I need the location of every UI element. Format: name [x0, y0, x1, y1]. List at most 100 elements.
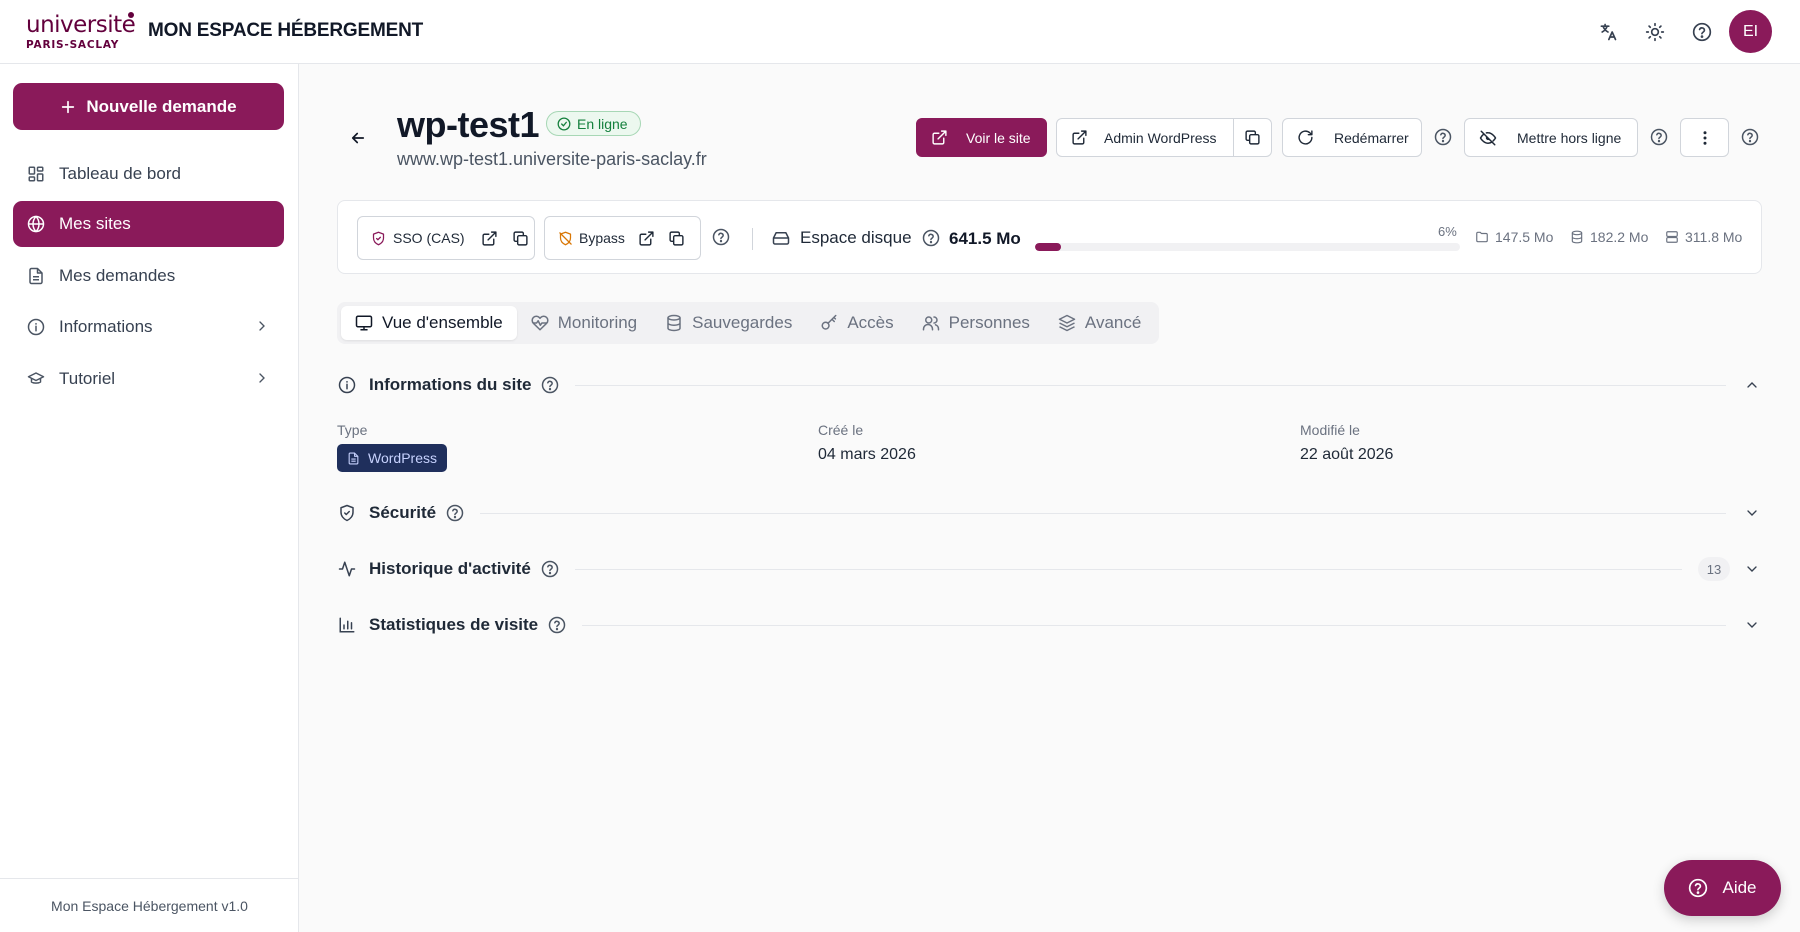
graduation-icon: [27, 370, 45, 388]
section-visit-stats[interactable]: Statistiques de visite: [337, 610, 1762, 640]
restart-help-icon[interactable]: [1433, 127, 1453, 147]
app-version: Mon Espace Hébergement v1.0: [0, 878, 299, 932]
section-security[interactable]: Sécurité: [337, 498, 1762, 528]
disk-usage-percent: 6%: [1438, 224, 1457, 239]
restart-label: Redémarrer: [1334, 129, 1409, 146]
copy-icon[interactable]: [512, 230, 529, 247]
more-help-icon[interactable]: [1740, 127, 1760, 147]
chevron-down-icon[interactable]: [1742, 505, 1762, 521]
divider: [575, 384, 1726, 386]
admin-wordpress-button[interactable]: Admin WordPress: [1056, 118, 1234, 157]
chevron-down-icon[interactable]: [1742, 561, 1762, 577]
sidebar-item-dashboard[interactable]: Tableau de bord: [13, 151, 284, 197]
sidebar-item-informations[interactable]: Informations: [13, 304, 284, 350]
back-button[interactable]: [344, 124, 372, 152]
sidebar-item-label: Tutoriel: [59, 369, 116, 388]
tab-overview[interactable]: Vue d'ensemble: [341, 306, 517, 340]
info-icon: [27, 318, 45, 336]
tab-backups[interactable]: Sauvegardes: [651, 306, 806, 340]
chevron-down-icon[interactable]: [1742, 617, 1762, 633]
sso-label: SSO (CAS): [393, 230, 465, 246]
copy-icon[interactable]: [668, 230, 685, 247]
new-request-label: Nouvelle demande: [86, 96, 237, 116]
layers-icon: [1058, 314, 1076, 332]
chevron-up-icon[interactable]: [1742, 377, 1762, 393]
more-vertical-icon: [1696, 129, 1714, 147]
section-activity-history[interactable]: Historique d'activité 13: [337, 554, 1762, 584]
user-avatar[interactable]: EI: [1729, 10, 1772, 53]
view-site-button[interactable]: Voir le site: [916, 118, 1047, 157]
disk-usage-value: 641.5 Mo: [949, 229, 1021, 248]
sidebar-item-tutorial[interactable]: Tutoriel: [13, 356, 284, 402]
site-tabs: Vue d'ensemble Monitoring Sauvegardes Ac…: [337, 302, 1160, 344]
access-help-icon[interactable]: [711, 227, 731, 247]
help-fab-button[interactable]: Aide: [1664, 860, 1781, 916]
sidebar-item-requests[interactable]: Mes demandes: [13, 253, 284, 299]
divider: [752, 228, 753, 250]
help-icon[interactable]: [541, 560, 559, 578]
site-url: www.wp-test1.universite-paris-saclay.fr: [397, 149, 707, 169]
disk-space: Espace disque: [772, 228, 940, 248]
bypass-pill: Bypass: [544, 216, 701, 260]
chevron-right-icon: [254, 318, 270, 334]
help-icon[interactable]: [541, 376, 559, 394]
university-logo[interactable]: universite PARIS-SACLAY: [26, 12, 136, 52]
disk-help-icon[interactable]: [922, 229, 940, 247]
tab-people[interactable]: Personnes: [908, 306, 1044, 340]
bypass-label: Bypass: [579, 230, 625, 246]
tab-access[interactable]: Accès: [806, 306, 907, 340]
info-icon: [337, 375, 357, 395]
divider: [574, 568, 1682, 570]
tab-label: Vue d'ensemble: [382, 313, 503, 332]
external-link-icon[interactable]: [481, 230, 498, 247]
files-size-value: 147.5 Mo: [1495, 229, 1554, 245]
restart-button[interactable]: Redémarrer: [1282, 118, 1422, 157]
help-icon: [1688, 878, 1708, 898]
help-icon[interactable]: [446, 504, 464, 522]
modified-value: 22 août 2026: [1300, 446, 1394, 463]
external-link-icon[interactable]: [638, 230, 655, 247]
tab-label: Sauvegardes: [692, 313, 793, 332]
database-icon: [1570, 230, 1584, 244]
sidebar-item-label: Informations: [59, 317, 153, 336]
divider: [582, 624, 1726, 626]
take-offline-button[interactable]: Mettre hors ligne: [1464, 118, 1638, 157]
chevron-right-icon: [254, 370, 270, 386]
sso-pill: SSO (CAS): [357, 216, 535, 260]
site-info-bar: SSO (CAS) Bypass Espace disque 641.5 Mo …: [337, 200, 1762, 274]
status-label: En ligne: [577, 115, 628, 132]
copy-admin-link-button[interactable]: [1233, 118, 1272, 157]
bar-chart-icon: [337, 615, 357, 635]
tab-monitoring[interactable]: Monitoring: [517, 306, 651, 340]
status-badge: En ligne: [546, 111, 641, 136]
tab-label: Personnes: [948, 313, 1030, 332]
help-fab-label: Aide: [1722, 878, 1757, 897]
heart-pulse-icon: [531, 314, 549, 332]
external-link-icon: [931, 129, 948, 146]
logo-subtitle: PARIS-SACLAY: [26, 39, 120, 51]
section-site-info[interactable]: Informations du site: [337, 370, 1762, 400]
globe-icon: [27, 215, 45, 233]
take-offline-label: Mettre hors ligne: [1517, 129, 1622, 146]
top-bar: universite PARIS-SACLAY MON ESPACE HÉBER…: [0, 0, 1800, 64]
tab-advanced[interactable]: Avancé: [1044, 306, 1155, 340]
database-size-value: 182.2 Mo: [1590, 229, 1649, 245]
backups-size: 311.8 Mo: [1665, 229, 1742, 245]
section-title: Informations du site: [369, 375, 532, 394]
folder-icon: [1475, 230, 1489, 244]
theme-icon[interactable]: [1641, 18, 1669, 46]
external-link-icon: [1071, 129, 1088, 146]
new-request-button[interactable]: Nouvelle demande: [13, 83, 284, 130]
app-title: MON ESPACE HÉBERGEMENT: [148, 20, 423, 41]
type-label: Type: [337, 422, 368, 438]
translate-icon[interactable]: [1594, 18, 1622, 46]
help-icon[interactable]: [1688, 18, 1716, 46]
offline-help-icon[interactable]: [1649, 127, 1669, 147]
check-circle-icon: [557, 117, 571, 131]
help-icon[interactable]: [548, 616, 566, 634]
more-options-button[interactable]: [1680, 118, 1729, 157]
tab-label: Avancé: [1084, 313, 1142, 332]
divider: [480, 512, 1726, 514]
sidebar-item-sites[interactable]: Mes sites: [13, 201, 284, 247]
type-chip: WordPress: [337, 444, 447, 472]
